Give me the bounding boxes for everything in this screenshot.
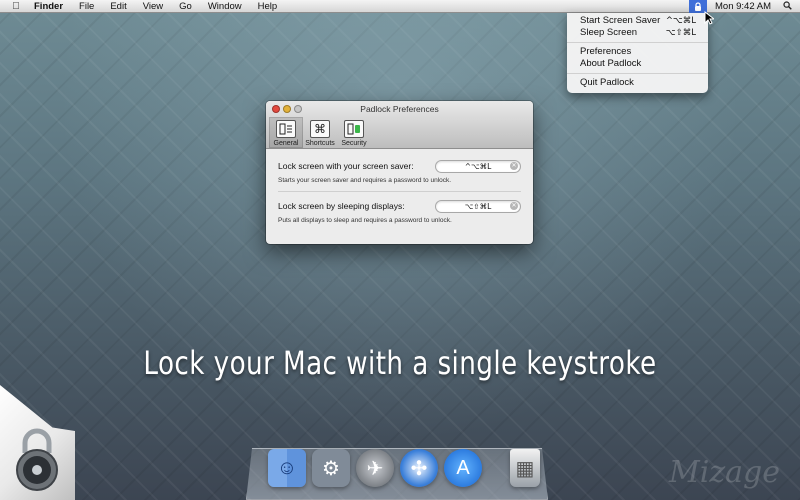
window-title: Padlock Preferences <box>360 104 439 114</box>
preferences-window: Padlock Preferences General ⌘ Shortcuts <box>266 101 533 244</box>
watermark: Mizage <box>669 455 780 490</box>
menu-separator <box>567 73 708 74</box>
clear-shortcut-icon[interactable]: ✕ <box>510 202 518 210</box>
dock-icons: ☺ ⚙ ✈ ✣ A ▦ <box>268 449 540 487</box>
tagline: Lock your Mac with a single keystroke <box>143 344 657 382</box>
screensaver-shortcut-field[interactable]: ^⌥⌘L ✕ <box>435 159 521 173</box>
tab-security[interactable]: Security <box>337 117 371 148</box>
screensaver-row: Lock screen with your screen saver: ^⌥⌘L… <box>278 159 521 173</box>
sleep-row: Lock screen by sleeping displays: ⌥⇧⌘L ✕ <box>278 199 521 213</box>
sleep-label: Lock screen by sleeping displays: <box>278 201 405 211</box>
menu-item-quit[interactable]: Quit Padlock <box>567 77 708 89</box>
padlock-menu: Start Screen Saver ^⌥⌘L Sleep Screen ⌥⇧⌘… <box>567 13 708 93</box>
prefs-toolbar: General ⌘ Shortcuts Security <box>269 117 371 148</box>
menu-item-label: Preferences <box>580 46 632 57</box>
launchpad-icon[interactable]: ✈ <box>356 449 394 487</box>
tab-label: Security <box>341 140 367 147</box>
screensaver-label: Lock screen with your screen saver: <box>278 161 414 171</box>
menu-item-sleep-screen[interactable]: Sleep Screen ⌥⇧⌘L <box>567 27 708 39</box>
prefs-content: Lock screen with your screen saver: ^⌥⌘L… <box>266 149 533 224</box>
tab-label: Shortcuts <box>305 140 335 147</box>
menu-item-shortcut: ⌥⇧⌘L <box>665 28 696 38</box>
menu-edit[interactable]: Edit <box>102 0 134 13</box>
security-icon <box>344 120 364 138</box>
menu-item-label: Start Screen Saver <box>580 15 661 26</box>
tab-general[interactable]: General <box>269 117 303 148</box>
command-key-icon: ⌘ <box>310 120 330 138</box>
menu-item-about[interactable]: About Padlock <box>567 58 708 70</box>
menu-file[interactable]: File <box>71 0 102 13</box>
menu-window[interactable]: Window <box>200 0 250 13</box>
shortcut-value: ⌥⇧⌘L <box>464 201 492 211</box>
sleep-shortcut-field[interactable]: ⌥⇧⌘L ✕ <box>435 199 521 213</box>
screensaver-description: Starts your screen saver and requires a … <box>278 177 452 184</box>
menu-view[interactable]: View <box>135 0 171 13</box>
clear-shortcut-icon[interactable]: ✕ <box>510 162 518 170</box>
spotlight-search-icon[interactable] <box>779 0 800 13</box>
shortcut-value: ^⌥⌘L <box>464 161 492 171</box>
menu-help[interactable]: Help <box>250 0 286 13</box>
sleep-description: Puts all displays to sleep and requires … <box>278 217 452 224</box>
padlock-logo-icon <box>12 423 62 493</box>
app-store-icon[interactable]: A <box>444 449 482 487</box>
menu-item-preferences[interactable]: Preferences <box>567 46 708 58</box>
menu-item-shortcut: ^⌥⌘L <box>665 16 696 26</box>
window-titlebar[interactable]: Padlock Preferences General ⌘ Shortcuts <box>266 101 533 149</box>
menu-item-label: Sleep Screen <box>580 27 638 38</box>
tab-shortcuts[interactable]: ⌘ Shortcuts <box>303 117 337 148</box>
general-icon <box>276 120 296 138</box>
menu-bar:  Finder File Edit View Go Window Help M… <box>0 0 800 13</box>
safari-icon[interactable]: ✣ <box>400 449 438 487</box>
system-preferences-icon[interactable]: ⚙ <box>312 449 350 487</box>
menu-finder[interactable]: Finder <box>24 0 71 13</box>
padlock-glyph-icon <box>695 1 702 11</box>
menu-clock[interactable]: Mon 9:42 AM <box>707 1 779 12</box>
mouse-cursor-icon <box>704 11 714 25</box>
tab-label: General <box>273 140 299 147</box>
apple-icon[interactable]:  <box>8 1 24 12</box>
menu-separator <box>567 42 708 43</box>
menu-item-label: About Padlock <box>580 58 642 69</box>
menu-go[interactable]: Go <box>171 0 200 13</box>
divider <box>278 191 521 192</box>
menu-item-start-screen-saver[interactable]: Start Screen Saver ^⌥⌘L <box>567 15 708 27</box>
trash-icon[interactable]: ▦ <box>510 449 540 487</box>
menu-item-label: Quit Padlock <box>580 77 634 88</box>
finder-icon[interactable]: ☺ <box>268 449 306 487</box>
